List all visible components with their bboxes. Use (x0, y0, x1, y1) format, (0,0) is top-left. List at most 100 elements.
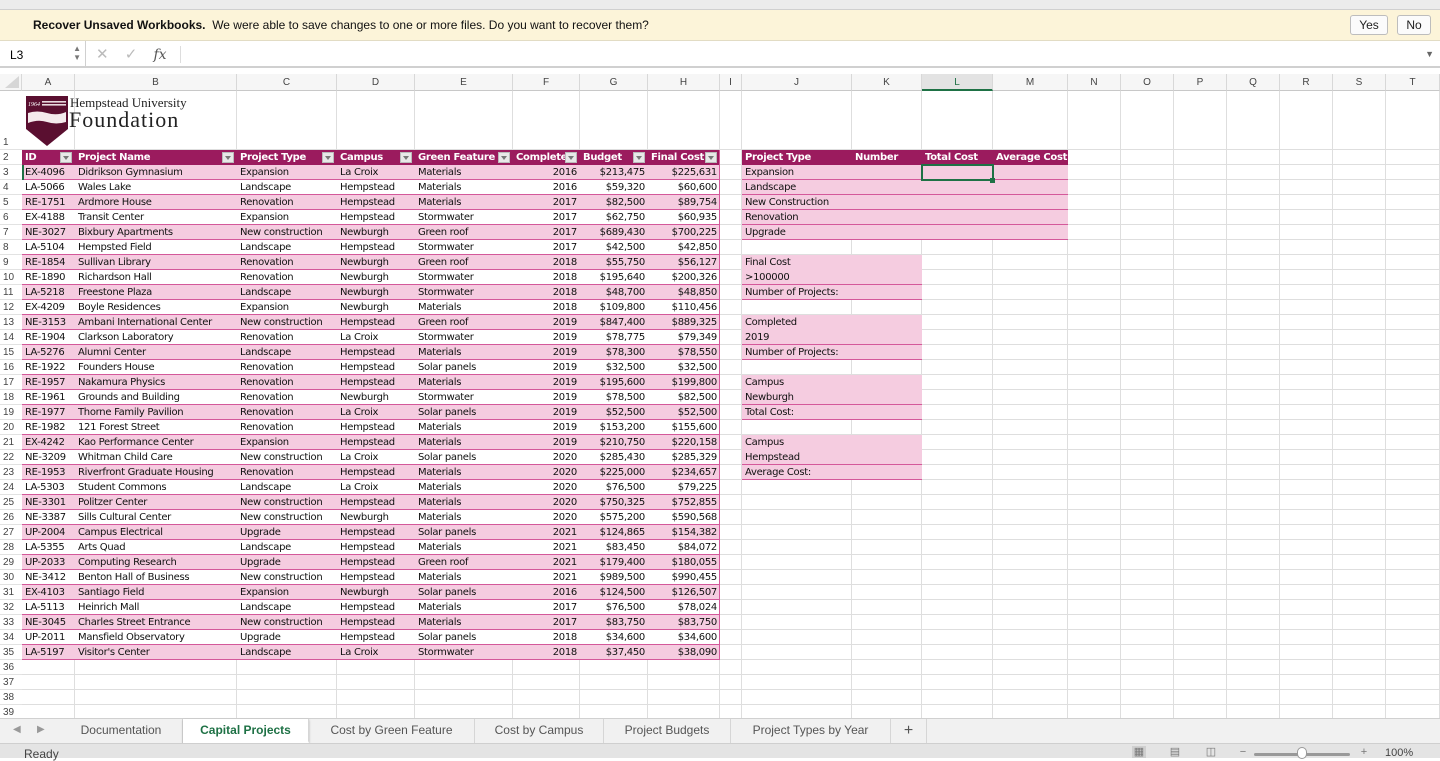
table-cell[interactable]: $78,500 (580, 390, 648, 405)
table-cell[interactable]: LA-5355 (22, 540, 75, 555)
filter-dropdown-icon[interactable] (322, 152, 334, 163)
table-cell[interactable]: Riverfront Graduate Housing (75, 465, 237, 480)
table-cell[interactable]: Hempstead (337, 495, 415, 510)
table-cell[interactable]: 2018 (513, 285, 580, 300)
table-cell[interactable]: $62,750 (580, 210, 648, 225)
table-cell[interactable]: $42,850 (648, 240, 720, 255)
table-cell[interactable]: $83,750 (580, 615, 648, 630)
table-cell[interactable]: Solar panels (415, 525, 513, 540)
table-cell[interactable]: Founders House (75, 360, 237, 375)
table-cell[interactable]: Stormwater (415, 270, 513, 285)
summary-number-cell[interactable] (852, 225, 922, 240)
table-cell[interactable]: Stormwater (415, 330, 513, 345)
column-header-f[interactable]: F (513, 74, 580, 91)
table-cell[interactable]: La Croix (337, 405, 415, 420)
table-cell[interactable]: 2020 (513, 465, 580, 480)
column-header-a[interactable]: A (22, 74, 75, 91)
table-cell[interactable]: 2016 (513, 165, 580, 180)
table-cell[interactable]: $590,568 (648, 510, 720, 525)
row-header-23[interactable]: 23 (0, 465, 22, 480)
table-cell[interactable]: $195,640 (580, 270, 648, 285)
table-cell[interactable]: Stormwater (415, 645, 513, 660)
row-header-18[interactable]: 18 (0, 390, 22, 405)
table-cell[interactable]: New construction (237, 450, 337, 465)
table-cell[interactable]: Hempstead (337, 375, 415, 390)
table-cell[interactable]: Landscape (237, 600, 337, 615)
table-cell[interactable]: Expansion (237, 210, 337, 225)
table-cell[interactable]: Newburgh (337, 255, 415, 270)
table-cell[interactable]: NE-3412 (22, 570, 75, 585)
criteria-value[interactable]: Hempstead (742, 450, 922, 465)
formula-input[interactable] (186, 41, 1416, 68)
column-header-t[interactable]: T (1386, 74, 1440, 91)
summary-number-cell[interactable] (852, 180, 922, 195)
table-cell[interactable]: Materials (415, 420, 513, 435)
table-cell[interactable]: Stormwater (415, 210, 513, 225)
table-cell[interactable]: Green roof (415, 315, 513, 330)
table-cell[interactable]: Hempstead (337, 630, 415, 645)
yes-button[interactable]: Yes (1350, 15, 1388, 35)
table-cell[interactable]: 2018 (513, 300, 580, 315)
table-cell[interactable]: Expansion (237, 165, 337, 180)
sheet-tab-documentation[interactable]: Documentation (60, 719, 183, 743)
summary-total-cost-cell[interactable] (922, 195, 993, 210)
table-cell[interactable]: Materials (415, 465, 513, 480)
table-cell[interactable]: RE-1904 (22, 330, 75, 345)
summary-total-cost-cell[interactable] (922, 225, 993, 240)
table-cell[interactable]: 2019 (513, 360, 580, 375)
table-cell[interactable]: 2020 (513, 495, 580, 510)
table-cell[interactable]: $889,325 (648, 315, 720, 330)
table-cell[interactable]: La Croix (337, 450, 415, 465)
table-cell[interactable]: LA-5197 (22, 645, 75, 660)
table-cell[interactable]: $109,800 (580, 300, 648, 315)
table-cell[interactable]: Materials (415, 570, 513, 585)
table-cell[interactable]: RE-1890 (22, 270, 75, 285)
page-break-icon[interactable]: ◫ (1204, 746, 1218, 758)
table-cell[interactable]: $213,475 (580, 165, 648, 180)
table-cell[interactable]: Mansfield Observatory (75, 630, 237, 645)
table-cell[interactable]: Hempstead (337, 240, 415, 255)
table-cell[interactable]: 2020 (513, 450, 580, 465)
table-cell[interactable]: $225,000 (580, 465, 648, 480)
sheet-tab-project-budgets[interactable]: Project Budgets (604, 719, 731, 743)
table-cell[interactable]: New construction (237, 315, 337, 330)
table-cell[interactable]: Renovation (237, 360, 337, 375)
table-cell[interactable]: RE-1854 (22, 255, 75, 270)
summary-average-cost-cell[interactable] (993, 210, 1068, 225)
row-header-26[interactable]: 26 (0, 510, 22, 525)
table-cell[interactable]: $79,349 (648, 330, 720, 345)
table-cell[interactable]: Solar panels (415, 360, 513, 375)
column-header-c[interactable]: C (237, 74, 337, 91)
table-cell[interactable]: Green roof (415, 555, 513, 570)
sheet-tab-cost-by-green-feature[interactable]: Cost by Green Feature (309, 719, 475, 743)
table-cell[interactable]: Visitor's Center (75, 645, 237, 660)
table-cell[interactable]: $700,225 (648, 225, 720, 240)
table-cell[interactable]: Campus Electrical (75, 525, 237, 540)
table-cell[interactable]: $78,300 (580, 345, 648, 360)
table-cell[interactable]: $750,325 (580, 495, 648, 510)
table-cell[interactable]: $234,657 (648, 465, 720, 480)
table-cell[interactable]: $84,072 (648, 540, 720, 555)
table-cell[interactable]: Wales Lake (75, 180, 237, 195)
filter-dropdown-icon[interactable] (633, 152, 645, 163)
table-cell[interactable]: Landscape (237, 180, 337, 195)
table-cell[interactable]: UP-2011 (22, 630, 75, 645)
table-cell[interactable]: Alumni Center (75, 345, 237, 360)
table-cell[interactable]: Hempstead (337, 420, 415, 435)
table-cell[interactable]: $48,850 (648, 285, 720, 300)
criteria-field[interactable]: Final Cost (742, 255, 922, 270)
active-cell-selection[interactable] (921, 164, 994, 181)
table-cell[interactable]: 121 Forest Street (75, 420, 237, 435)
table-header-project-name[interactable]: Project Name (75, 150, 237, 165)
table-cell[interactable]: RE-1953 (22, 465, 75, 480)
table-cell[interactable]: $82,500 (648, 390, 720, 405)
criteria-field[interactable]: Campus (742, 435, 922, 450)
table-cell[interactable]: RE-1982 (22, 420, 75, 435)
column-header-r[interactable]: R (1280, 74, 1333, 91)
fill-handle[interactable] (990, 178, 995, 183)
row-header-28[interactable]: 28 (0, 540, 22, 555)
table-cell[interactable]: Kao Performance Center (75, 435, 237, 450)
table-cell[interactable]: 2019 (513, 375, 580, 390)
row-header-20[interactable]: 20 (0, 420, 22, 435)
table-cell[interactable]: Newburgh (337, 225, 415, 240)
